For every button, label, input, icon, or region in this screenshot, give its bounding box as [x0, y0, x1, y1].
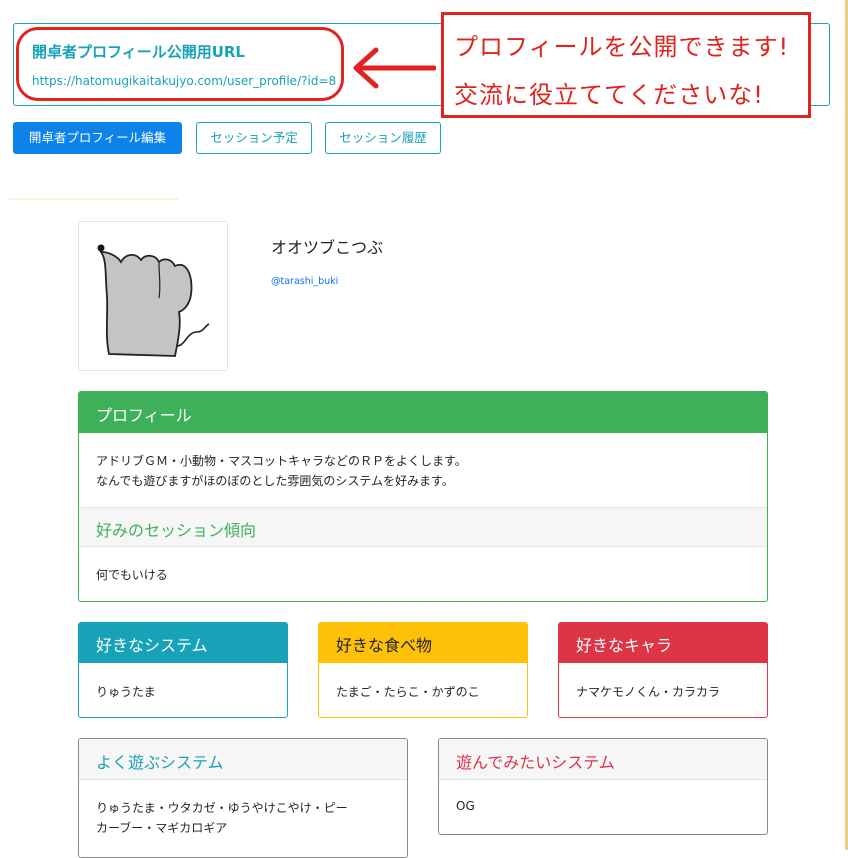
session-preference-header: 好みのセッション傾向 — [79, 507, 767, 547]
favorite-food-value: たまご・たらこ・かずのこ — [336, 685, 480, 699]
favorite-system-card: 好きなシステム りゅうたま — [78, 622, 288, 718]
want-to-play-systems-header: 遊んでみたいシステム — [439, 739, 767, 780]
want-to-play-systems-heading: 遊んでみたいシステム — [456, 753, 615, 772]
annotation-line-1: プロフィールを公開できます! — [454, 33, 790, 61]
favorite-food-header: 好きな食べ物 — [319, 623, 527, 663]
favorite-food-heading: 好きな食べ物 — [336, 636, 433, 655]
session-preference-value: 何でもいける — [96, 568, 168, 582]
profile-card-header: プロフィール — [79, 392, 767, 433]
favorite-food-card: 好きな食べ物 たまご・たらこ・かずのこ — [318, 622, 528, 718]
session-schedule-button[interactable]: セッション予定 — [196, 122, 312, 154]
left-arrow-icon — [353, 47, 436, 89]
often-played-systems-header: よく遊ぶシステム — [79, 739, 407, 780]
annotation-highlight-ellipse — [16, 27, 344, 101]
favorite-system-header: 好きなシステム — [79, 623, 287, 663]
annotation-callout: プロフィールを公開できます! 交流に役立ててくださいな! — [441, 12, 811, 118]
profile-text-line-1: アドリブＧＭ・小動物・マスコットキャラなどのＲＰをよくします。 — [96, 454, 467, 468]
want-to-play-systems-card: 遊んでみたいシステム OG — [438, 738, 768, 835]
favorite-system-value: りゅうたま — [96, 685, 156, 699]
annotation-line-2: 交流に役立ててくださいな! — [454, 81, 764, 109]
want-to-play-systems-value: OG — [456, 799, 475, 813]
user-handle[interactable]: @tarashi_buki — [271, 276, 338, 287]
edit-profile-button[interactable]: 開卓者プロフィール編集 — [13, 122, 182, 154]
profile-heading: プロフィール — [96, 406, 192, 425]
avatar — [78, 221, 228, 371]
hand-drawn-animal-avatar-icon — [97, 244, 210, 357]
user-name: オオツブこつぶ — [271, 238, 384, 257]
session-preference-heading: 好みのセッション傾向 — [96, 521, 257, 540]
session-history-button[interactable]: セッション履歴 — [325, 122, 441, 154]
favorite-character-header: 好きなキャラ — [559, 623, 767, 663]
favorite-character-heading: 好きなキャラ — [576, 636, 673, 655]
often-played-systems-line-1: りゅうたま・ウタカゼ・ゆうやけこやけ・ピー — [96, 801, 348, 815]
often-played-systems-line-2: カーブー・マギカロギア — [96, 821, 228, 835]
often-played-systems-heading: よく遊ぶシステム — [96, 753, 224, 772]
often-played-systems-card: よく遊ぶシステム りゅうたま・ウタカゼ・ゆうやけこやけ・ピー カーブー・マギカロ… — [78, 738, 408, 858]
favorite-character-card: 好きなキャラ ナマケモノくん・カラカラ — [558, 622, 768, 718]
profile-card: プロフィール アドリブＧＭ・小動物・マスコットキャラなどのＲＰをよくします。 な… — [78, 391, 768, 602]
favorite-system-heading: 好きなシステム — [96, 636, 208, 655]
profile-text-line-2: なんでも遊びますがほのぼのとした雰囲気のシステムを好みます。 — [96, 474, 454, 488]
favorite-character-value: ナマケモノくん・カラカラ — [576, 685, 721, 699]
divider — [8, 198, 178, 200]
